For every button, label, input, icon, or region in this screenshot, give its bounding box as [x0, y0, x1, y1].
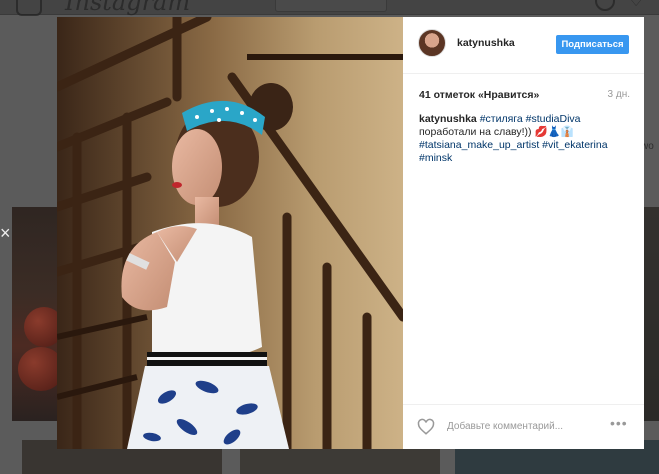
compass-icon [595, 0, 615, 11]
post-photo-art [57, 17, 403, 449]
caption-text: поработали на славу!)) 💋👗👔 [419, 126, 574, 138]
post-header: katynushka Подписаться [403, 17, 644, 74]
post-modal: katynushka Подписаться 41 отметок «Нрави… [57, 17, 644, 449]
heart-icon[interactable] [417, 418, 435, 436]
bg-header: Instagram ♡ [0, 0, 659, 16]
hashtag-link[interactable]: #studiaDiva [526, 113, 581, 125]
follow-button[interactable]: Подписаться [556, 35, 629, 54]
bg-thumbnail[interactable] [12, 207, 60, 421]
likes-count[interactable]: 41 отметок «Нравится» [419, 89, 539, 101]
close-icon[interactable]: × [0, 222, 11, 244]
avatar[interactable] [418, 29, 446, 57]
instagram-wordmark: Instagram [65, 0, 191, 16]
more-options-icon[interactable]: ••• [610, 415, 628, 431]
post-age: 3 дн. [607, 89, 630, 100]
hashtag-link[interactable]: #tatsiana_make_up_artist [419, 139, 539, 151]
post-footer: ••• [403, 404, 644, 450]
post-photo[interactable] [57, 17, 403, 449]
bg-search-box [275, 0, 387, 12]
bg-heart-icon: ♡ [628, 0, 645, 10]
caption-username[interactable]: katynushka [419, 113, 477, 125]
hashtag-link[interactable]: #minsk [419, 152, 452, 164]
comment-input[interactable] [447, 418, 587, 434]
bg-thumbnail[interactable] [642, 207, 659, 421]
post-username[interactable]: katynushka [457, 37, 515, 49]
instagram-camera-icon [16, 0, 42, 16]
hashtag-link[interactable]: #стиляга [480, 113, 523, 125]
hashtag-link[interactable]: #vit_ekaterina [542, 139, 607, 151]
post-caption: katynushka #стиляга #studiaDiva поработа… [419, 113, 627, 165]
post-sidebar: katynushka Подписаться 41 отметок «Нрави… [403, 17, 644, 449]
